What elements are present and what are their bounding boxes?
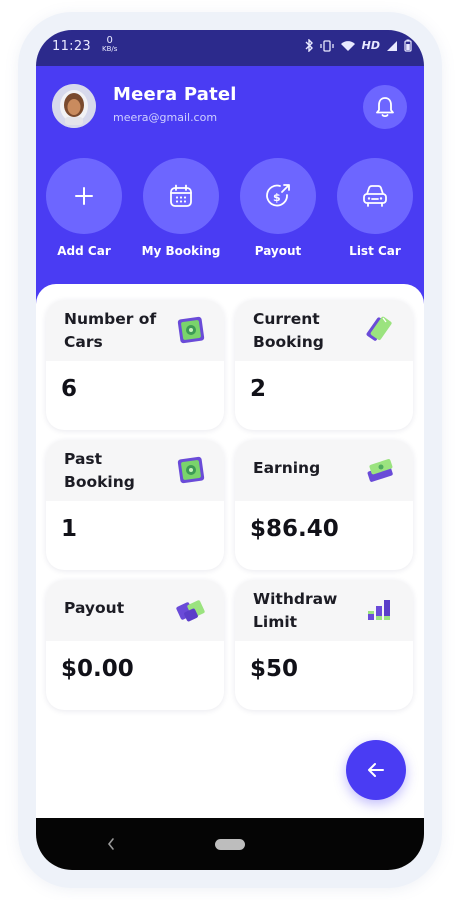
card-title-line1: Withdraw [253, 590, 338, 608]
my-booking-label: My Booking [141, 244, 221, 258]
avatar[interactable] [52, 84, 96, 128]
arrow-left-icon [368, 763, 384, 777]
banknotes-icon [176, 600, 205, 622]
svg-text:$: $ [273, 191, 281, 204]
vibrate-icon [320, 39, 334, 52]
my-booking-button[interactable] [143, 158, 219, 234]
stat-card-past-booking[interactable]: Past Booking 1 [46, 440, 224, 570]
card-value: 1 [61, 516, 78, 542]
stat-card-withdraw-limit[interactable]: Withdraw Limit $50 [235, 580, 413, 710]
back-fab-button[interactable] [346, 740, 406, 800]
quick-actions: Add Car My Booking $ Payout List Car [36, 158, 424, 298]
card-title-line2: Booking [253, 333, 324, 351]
stat-card-current-booking[interactable]: Current Booking 2 [235, 300, 413, 430]
card-header: Withdraw Limit [235, 580, 413, 641]
plus-icon [75, 187, 93, 205]
stat-card-earning[interactable]: Earning $86.40 [235, 440, 413, 570]
dollar-arrow-icon: $ [266, 184, 290, 207]
safe-icon [177, 456, 205, 484]
car-icon [363, 185, 387, 207]
network-speed: 0 KB/s [102, 36, 117, 53]
card-header: Current Booking [235, 300, 413, 361]
bell-icon [376, 97, 394, 118]
battery-icon [404, 39, 412, 52]
card-title: Earning [253, 459, 321, 477]
card-header: Payout [46, 580, 224, 641]
card-title-line1: Current [253, 310, 320, 328]
safe-icon [177, 316, 205, 344]
user-name: Meera Patel [113, 84, 237, 105]
system-navigation-bar [36, 818, 424, 870]
payout-action[interactable]: $ Payout [233, 158, 323, 258]
app-screen: 11:23 0 KB/s HD Meera Patel meera@gmail.… [36, 30, 424, 870]
user-email: meera@gmail.com [113, 111, 218, 124]
wifi-icon [340, 40, 355, 51]
money-icon [367, 459, 393, 482]
card-header: Past Booking [46, 440, 224, 501]
status-icons: HD [304, 39, 412, 52]
list-car-label: List Car [349, 244, 401, 258]
notifications-button[interactable] [363, 85, 407, 129]
card-title: Payout [64, 599, 125, 617]
card-value: 2 [250, 376, 267, 402]
payout-button[interactable]: $ [240, 158, 316, 234]
card-title-line2: Limit [253, 613, 298, 631]
card-title: Past Booking [64, 448, 135, 494]
cash-stack-icon [366, 316, 392, 341]
add-car-label: Add Car [57, 244, 111, 258]
card-value: $0.00 [61, 656, 134, 682]
list-car-button[interactable] [337, 158, 413, 234]
network-speed-unit: KB/s [102, 45, 118, 53]
stat-card-payout[interactable]: Payout $0.00 [46, 580, 224, 710]
signal-icon [387, 40, 397, 51]
list-car-action[interactable]: List Car [330, 158, 420, 258]
card-title-line2: Cars [64, 333, 103, 351]
card-title: Number of Cars [64, 308, 156, 354]
nav-back-icon[interactable] [106, 836, 116, 852]
status-time: 11:23 [52, 39, 91, 54]
card-title: Withdraw Limit [253, 588, 337, 634]
bluetooth-icon [305, 39, 313, 52]
add-car-button[interactable] [46, 158, 122, 234]
card-header: Earning [235, 440, 413, 501]
payout-label: Payout [254, 244, 302, 258]
stat-card-number-of-cars[interactable]: Number of Cars 6 [46, 300, 224, 430]
card-title: Current Booking [253, 308, 324, 354]
my-booking-action[interactable]: My Booking [136, 158, 226, 258]
card-value: $50 [250, 656, 299, 682]
bar-chart-icon [368, 600, 390, 620]
calendar-icon [170, 184, 192, 207]
nav-home-button[interactable] [215, 839, 245, 850]
card-title-line1: Number of [64, 310, 157, 328]
network-type: HD [361, 39, 380, 52]
card-value: 6 [61, 376, 78, 402]
card-title-line2: Booking [64, 473, 135, 491]
astronaut-avatar-icon [52, 84, 96, 128]
add-car-action[interactable]: Add Car [39, 158, 129, 258]
card-header: Number of Cars [46, 300, 224, 361]
status-bar: 11:23 0 KB/s HD [36, 30, 424, 66]
card-title-line1: Past [64, 450, 103, 468]
card-value: $86.40 [250, 516, 339, 542]
